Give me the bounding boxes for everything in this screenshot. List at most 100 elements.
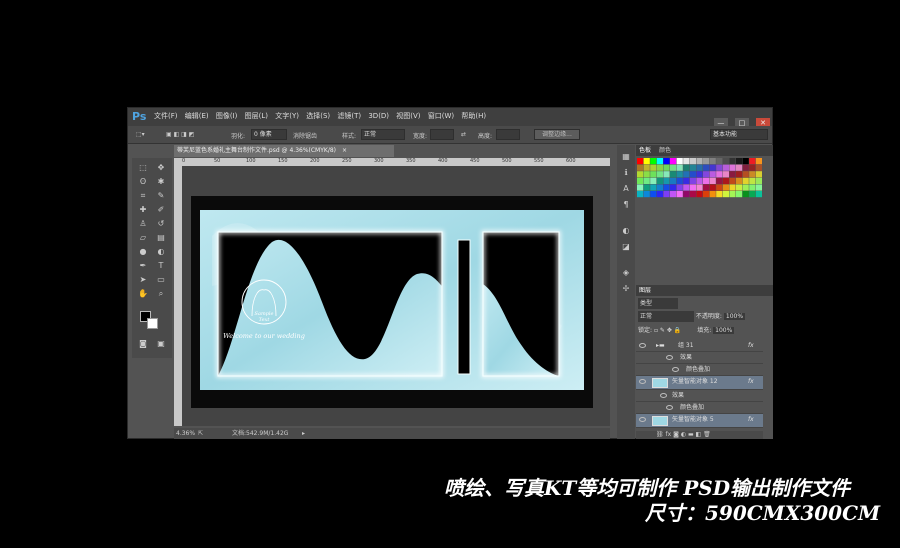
- color-swatch[interactable]: [716, 158, 723, 165]
- color-swatch[interactable]: [670, 184, 677, 191]
- screen-mode-icon[interactable]: ▣: [154, 338, 168, 350]
- menu-edit[interactable]: 编辑(E): [185, 112, 209, 120]
- color-swatch[interactable]: [696, 191, 703, 198]
- color-swatch[interactable]: [663, 191, 670, 198]
- color-swatch[interactable]: [683, 158, 690, 165]
- color-swatch[interactable]: [729, 191, 736, 198]
- refine-edge-button[interactable]: 调整边缘...: [534, 129, 580, 140]
- opacity-input[interactable]: 100%: [723, 313, 746, 320]
- color-swatch[interactable]: [742, 158, 749, 165]
- color-swatch[interactable]: [742, 184, 749, 191]
- eye-icon[interactable]: [666, 405, 673, 410]
- menu-file[interactable]: 文件(F): [154, 112, 178, 120]
- layer-row[interactable]: 效果: [636, 390, 763, 402]
- color-swatch[interactable]: [650, 191, 657, 198]
- crop-icon[interactable]: ⌗: [136, 190, 150, 202]
- selection-mode-icons[interactable]: ▣ ◧ ◨ ◩: [166, 131, 194, 138]
- layer-footer-icons[interactable]: ⛓ fx ◙ ◐ ▬ ◧ 🗑: [656, 431, 711, 438]
- color-swatch[interactable]: [736, 171, 743, 178]
- menu-3d[interactable]: 3D(D): [368, 112, 389, 120]
- color-swatch[interactable]: [749, 171, 756, 178]
- fx-icon[interactable]: fx: [748, 376, 754, 388]
- color-swatch[interactable]: [749, 191, 756, 198]
- swap-icon[interactable]: ⇄: [461, 131, 466, 138]
- color-swatch[interactable]: [716, 184, 723, 191]
- color-swatch[interactable]: [703, 158, 710, 165]
- layer-row[interactable]: 效果: [636, 352, 763, 364]
- color-swatch[interactable]: [709, 184, 716, 191]
- paths-panel-icon[interactable]: ✢: [619, 283, 633, 295]
- color-swatch[interactable]: [729, 171, 736, 178]
- color-swatch[interactable]: [637, 171, 644, 178]
- marquee-icon[interactable]: ⬚: [136, 162, 150, 174]
- color-swatch[interactable]: [676, 184, 683, 191]
- color-swatch[interactable]: [709, 191, 716, 198]
- color-swatch[interactable]: [689, 191, 696, 198]
- color-swatch[interactable]: [676, 177, 683, 184]
- color-swatch[interactable]: [670, 158, 677, 165]
- color-swatch[interactable]: [670, 171, 677, 178]
- color-swatch[interactable]: [722, 184, 729, 191]
- layer-row[interactable]: ▸▬ 组 31 fx: [636, 340, 763, 352]
- color-swatch[interactable]: [729, 164, 736, 171]
- tab-layers[interactable]: 图层: [639, 285, 651, 296]
- zoom-level[interactable]: 4.36%: [176, 428, 195, 439]
- menu-help[interactable]: 帮助(H): [461, 112, 486, 120]
- menu-window[interactable]: 窗口(W): [428, 112, 454, 120]
- color-swatch[interactable]: [755, 158, 762, 165]
- height-input[interactable]: [496, 129, 520, 140]
- fill-input[interactable]: 100%: [713, 327, 735, 334]
- color-swatch[interactable]: [643, 184, 650, 191]
- layer-row[interactable]: 颜色叠加: [636, 402, 763, 414]
- color-swatch[interactable]: [689, 184, 696, 191]
- healing-icon[interactable]: ✚: [136, 204, 150, 216]
- style-select[interactable]: 正常: [361, 129, 405, 140]
- eye-icon[interactable]: [639, 379, 646, 384]
- color-swatch[interactable]: [709, 158, 716, 165]
- rectangle-icon[interactable]: ▭: [154, 274, 168, 286]
- channels-panel-icon[interactable]: ◈: [619, 267, 633, 279]
- color-swatch[interactable]: [689, 164, 696, 171]
- color-swatch[interactable]: [650, 164, 657, 171]
- eraser-icon[interactable]: ▱: [136, 232, 150, 244]
- color-swatch[interactable]: [656, 164, 663, 171]
- color-swatch[interactable]: [696, 164, 703, 171]
- color-swatch[interactable]: [656, 171, 663, 178]
- eye-icon[interactable]: [660, 393, 667, 398]
- color-swatch[interactable]: [722, 158, 729, 165]
- eye-icon[interactable]: [639, 343, 646, 348]
- color-swatch[interactable]: [643, 177, 650, 184]
- color-swatch[interactable]: [637, 191, 644, 198]
- tab-swatches[interactable]: 色板: [639, 145, 651, 156]
- lock-icons[interactable]: ▫ ✎ ✥ 🔒: [654, 327, 683, 334]
- color-swatch[interactable]: [643, 191, 650, 198]
- eye-icon[interactable]: [666, 355, 673, 360]
- color-swatch[interactable]: [736, 191, 743, 198]
- color-swatch[interactable]: [742, 191, 749, 198]
- color-swatch[interactable]: [703, 164, 710, 171]
- color-swatch[interactable]: [755, 177, 762, 184]
- color-swatch[interactable]: [703, 171, 710, 178]
- color-swatch[interactable]: [703, 177, 710, 184]
- color-swatch[interactable]: [683, 171, 690, 178]
- color-swatch[interactable]: [749, 158, 756, 165]
- color-swatch[interactable]: [703, 191, 710, 198]
- color-swatch[interactable]: [722, 191, 729, 198]
- color-swatch[interactable]: [689, 177, 696, 184]
- color-swatch[interactable]: [703, 184, 710, 191]
- color-swatch[interactable]: [696, 184, 703, 191]
- color-swatch[interactable]: [755, 191, 762, 198]
- color-swatch[interactable]: [683, 164, 690, 171]
- fx-icon[interactable]: fx: [748, 414, 754, 426]
- color-swatch[interactable]: [643, 164, 650, 171]
- color-swatch[interactable]: [676, 164, 683, 171]
- character-panel-icon[interactable]: A: [619, 183, 633, 195]
- tab-color[interactable]: 颜色: [659, 145, 671, 156]
- menu-layer[interactable]: 图层(L): [245, 112, 268, 120]
- properties-panel-icon[interactable]: ℹ: [619, 167, 633, 179]
- color-swatch[interactable]: [709, 164, 716, 171]
- type-icon[interactable]: T: [154, 260, 168, 272]
- dodge-icon[interactable]: ◐: [154, 246, 168, 258]
- color-swatch[interactable]: [643, 171, 650, 178]
- magic-wand-icon[interactable]: ✱: [154, 176, 168, 188]
